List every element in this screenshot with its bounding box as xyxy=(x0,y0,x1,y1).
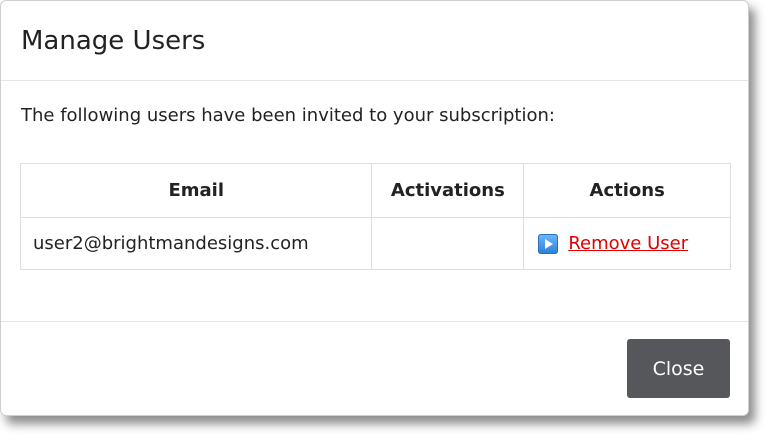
column-header-actions: Actions xyxy=(523,163,731,218)
email-cell: user2@brightmandesigns.com xyxy=(19,217,373,270)
table-header-row: Email Activations Actions xyxy=(19,163,731,218)
remove-user-link[interactable]: Remove User xyxy=(568,233,688,254)
column-header-email: Email xyxy=(19,163,373,218)
table-row: user2@brightmandesigns.com Remove User xyxy=(19,217,731,270)
dialog-title: Manage Users xyxy=(21,26,206,56)
dialog-header: Manage Users xyxy=(1,1,748,81)
play-icon[interactable] xyxy=(538,233,559,254)
users-table: Email Activations Actions user2@brightma… xyxy=(19,163,731,270)
column-header-activations: Activations xyxy=(371,163,525,218)
intro-text: The following users have been invited to… xyxy=(21,105,555,126)
activations-cell xyxy=(371,217,525,270)
remove-user-action: Remove User xyxy=(536,233,718,254)
close-button[interactable]: Close xyxy=(627,339,730,398)
actions-cell: Remove User xyxy=(523,217,731,270)
